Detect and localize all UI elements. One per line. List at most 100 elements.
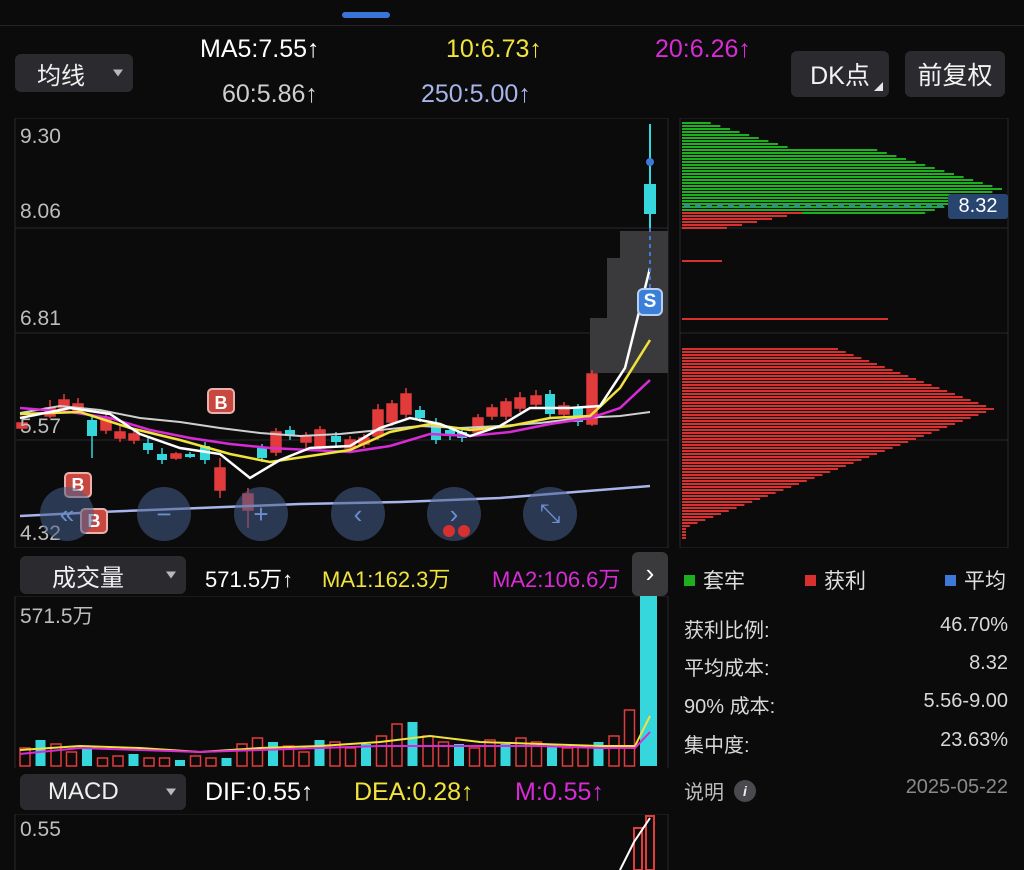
- chip-bar-trapped: [682, 194, 983, 196]
- chip-bar-trapped: [682, 149, 878, 151]
- chip-bar-profit: [682, 510, 729, 512]
- chip-bar-profit: [682, 384, 932, 386]
- stat-value: 23.63%: [940, 729, 1008, 751]
- chip-bar-trapped: [682, 203, 954, 205]
- chip-bar-profit: [682, 444, 901, 446]
- info-icon[interactable]: i: [734, 779, 756, 802]
- rewind-icon[interactable]: «: [40, 487, 94, 541]
- chip-bar-profit: [682, 498, 760, 500]
- chip-bar-profit: [682, 456, 870, 458]
- chip-bar-profit: [682, 453, 877, 455]
- volume-bar: [500, 744, 511, 766]
- chip-bar-profit: [682, 381, 924, 383]
- volume-bar: [268, 742, 278, 766]
- volume-bar: [484, 739, 496, 767]
- ma250-indicator: 250:5.00↑: [421, 80, 531, 109]
- candle-body: [87, 420, 97, 436]
- chip-bar-profit: [682, 393, 955, 395]
- price-axis-label: 8.06: [20, 200, 61, 223]
- chip-bar-profit: [682, 513, 721, 515]
- chip-bar-profit: [682, 462, 854, 464]
- candle-body: [501, 402, 511, 416]
- legend-label: 平均: [964, 570, 1006, 593]
- sell-signal-badge[interactable]: S: [637, 288, 663, 316]
- chip-bar-profit: [682, 351, 846, 353]
- volume-bar: [623, 709, 636, 767]
- dk-point-button[interactable]: DK点: [791, 51, 889, 97]
- chip-bar-profit: [682, 432, 932, 434]
- volume-bar: [96, 757, 109, 767]
- chip-bar-trapped: [682, 152, 887, 154]
- volume-bar: [608, 735, 620, 767]
- highlight-zone: [620, 231, 668, 261]
- volume-bar: [221, 758, 232, 766]
- buy-signal-badge[interactable]: B: [207, 388, 235, 414]
- chip-bar-profit: [682, 227, 727, 229]
- macd-chart[interactable]: [0, 814, 670, 870]
- chevron-down-icon: [113, 69, 123, 77]
- chip-bar-trapped: [682, 137, 759, 139]
- dea-value: DEA:0.28: [354, 778, 462, 806]
- prev-icon[interactable]: ‹: [331, 487, 385, 541]
- chip-bar-profit: [682, 486, 792, 488]
- stat-label: 获利比例:: [684, 620, 770, 642]
- chip-bar-profit: [682, 363, 877, 365]
- dif-value: DIF:0.55: [205, 778, 301, 806]
- zoom-out-icon[interactable]: −: [137, 487, 191, 541]
- volume-bar: [577, 745, 589, 767]
- ma-selector-dropdown[interactable]: 均线: [15, 54, 133, 92]
- candle-body: [545, 394, 555, 414]
- adjust-price-button[interactable]: 前复权: [905, 51, 1005, 97]
- chip-bar-profit: [682, 528, 686, 530]
- chip-bar-trapped: [682, 173, 954, 175]
- drag-handle[interactable]: [342, 12, 390, 18]
- up-arrow-icon: ↑: [518, 80, 531, 108]
- fullscreen-icon[interactable]: ⤡: [523, 487, 577, 541]
- expand-arrow-icon[interactable]: ›: [632, 552, 668, 596]
- chip-bar-profit: [682, 387, 940, 389]
- chip-bar-trapped: [682, 161, 916, 163]
- ma20-indicator: 20:6.26↑: [655, 35, 751, 64]
- volume-chart[interactable]: [0, 596, 670, 768]
- candle-body: [185, 454, 195, 457]
- zoom-in-icon[interactable]: +: [234, 487, 288, 541]
- chip-bar-profit: [682, 474, 823, 476]
- chip-bar-profit: [682, 348, 838, 350]
- candle-body: [315, 430, 325, 448]
- chip-bar-profit: [682, 426, 948, 428]
- candle-body: [331, 436, 341, 442]
- price-axis-label: 5.57: [20, 415, 61, 438]
- stat-label: 平均成本:: [684, 658, 770, 680]
- chip-bar-profit: [682, 468, 838, 470]
- price-chart[interactable]: [0, 118, 1024, 548]
- chip-bar-trapped: [682, 155, 897, 157]
- volume-bar: [158, 757, 171, 767]
- macd-dea: DEA:0.28↑: [354, 778, 474, 807]
- up-arrow-icon: ↑: [461, 778, 474, 806]
- macd-selector-dropdown[interactable]: MACD: [20, 774, 186, 810]
- volume-bar: [175, 760, 185, 766]
- chip-bar-trapped: [682, 188, 1002, 190]
- ma10-value: 10:6.73: [446, 35, 530, 63]
- note-link[interactable]: 说明 i: [684, 776, 756, 805]
- chip-bar-profit: [682, 215, 787, 217]
- ma10-line: [19, 339, 652, 464]
- chip-bar-profit: [682, 369, 893, 371]
- chip-bar-trapped: [682, 200, 964, 202]
- volume-bar: [82, 748, 92, 766]
- dot-indicator: [458, 525, 470, 537]
- volume-ma1: MA1:162.3万: [322, 567, 451, 592]
- chip-bar-profit: [682, 516, 714, 518]
- legend-profit: 获利: [805, 565, 866, 595]
- up-arrow-icon: ↑: [307, 35, 320, 63]
- chip-bar-profit: [682, 441, 909, 443]
- volume-bar: [189, 755, 202, 767]
- chip-bar-profit: [682, 438, 916, 440]
- chip-bar-profit: [682, 480, 807, 482]
- volume-selector-dropdown[interactable]: 成交量: [20, 556, 186, 594]
- chip-bar-trapped: [682, 158, 906, 160]
- candle-body: [157, 454, 167, 460]
- chip-bar-profit: [682, 390, 948, 392]
- chip-bar-profit: [682, 495, 768, 497]
- chip-bar-trapped: [682, 140, 769, 142]
